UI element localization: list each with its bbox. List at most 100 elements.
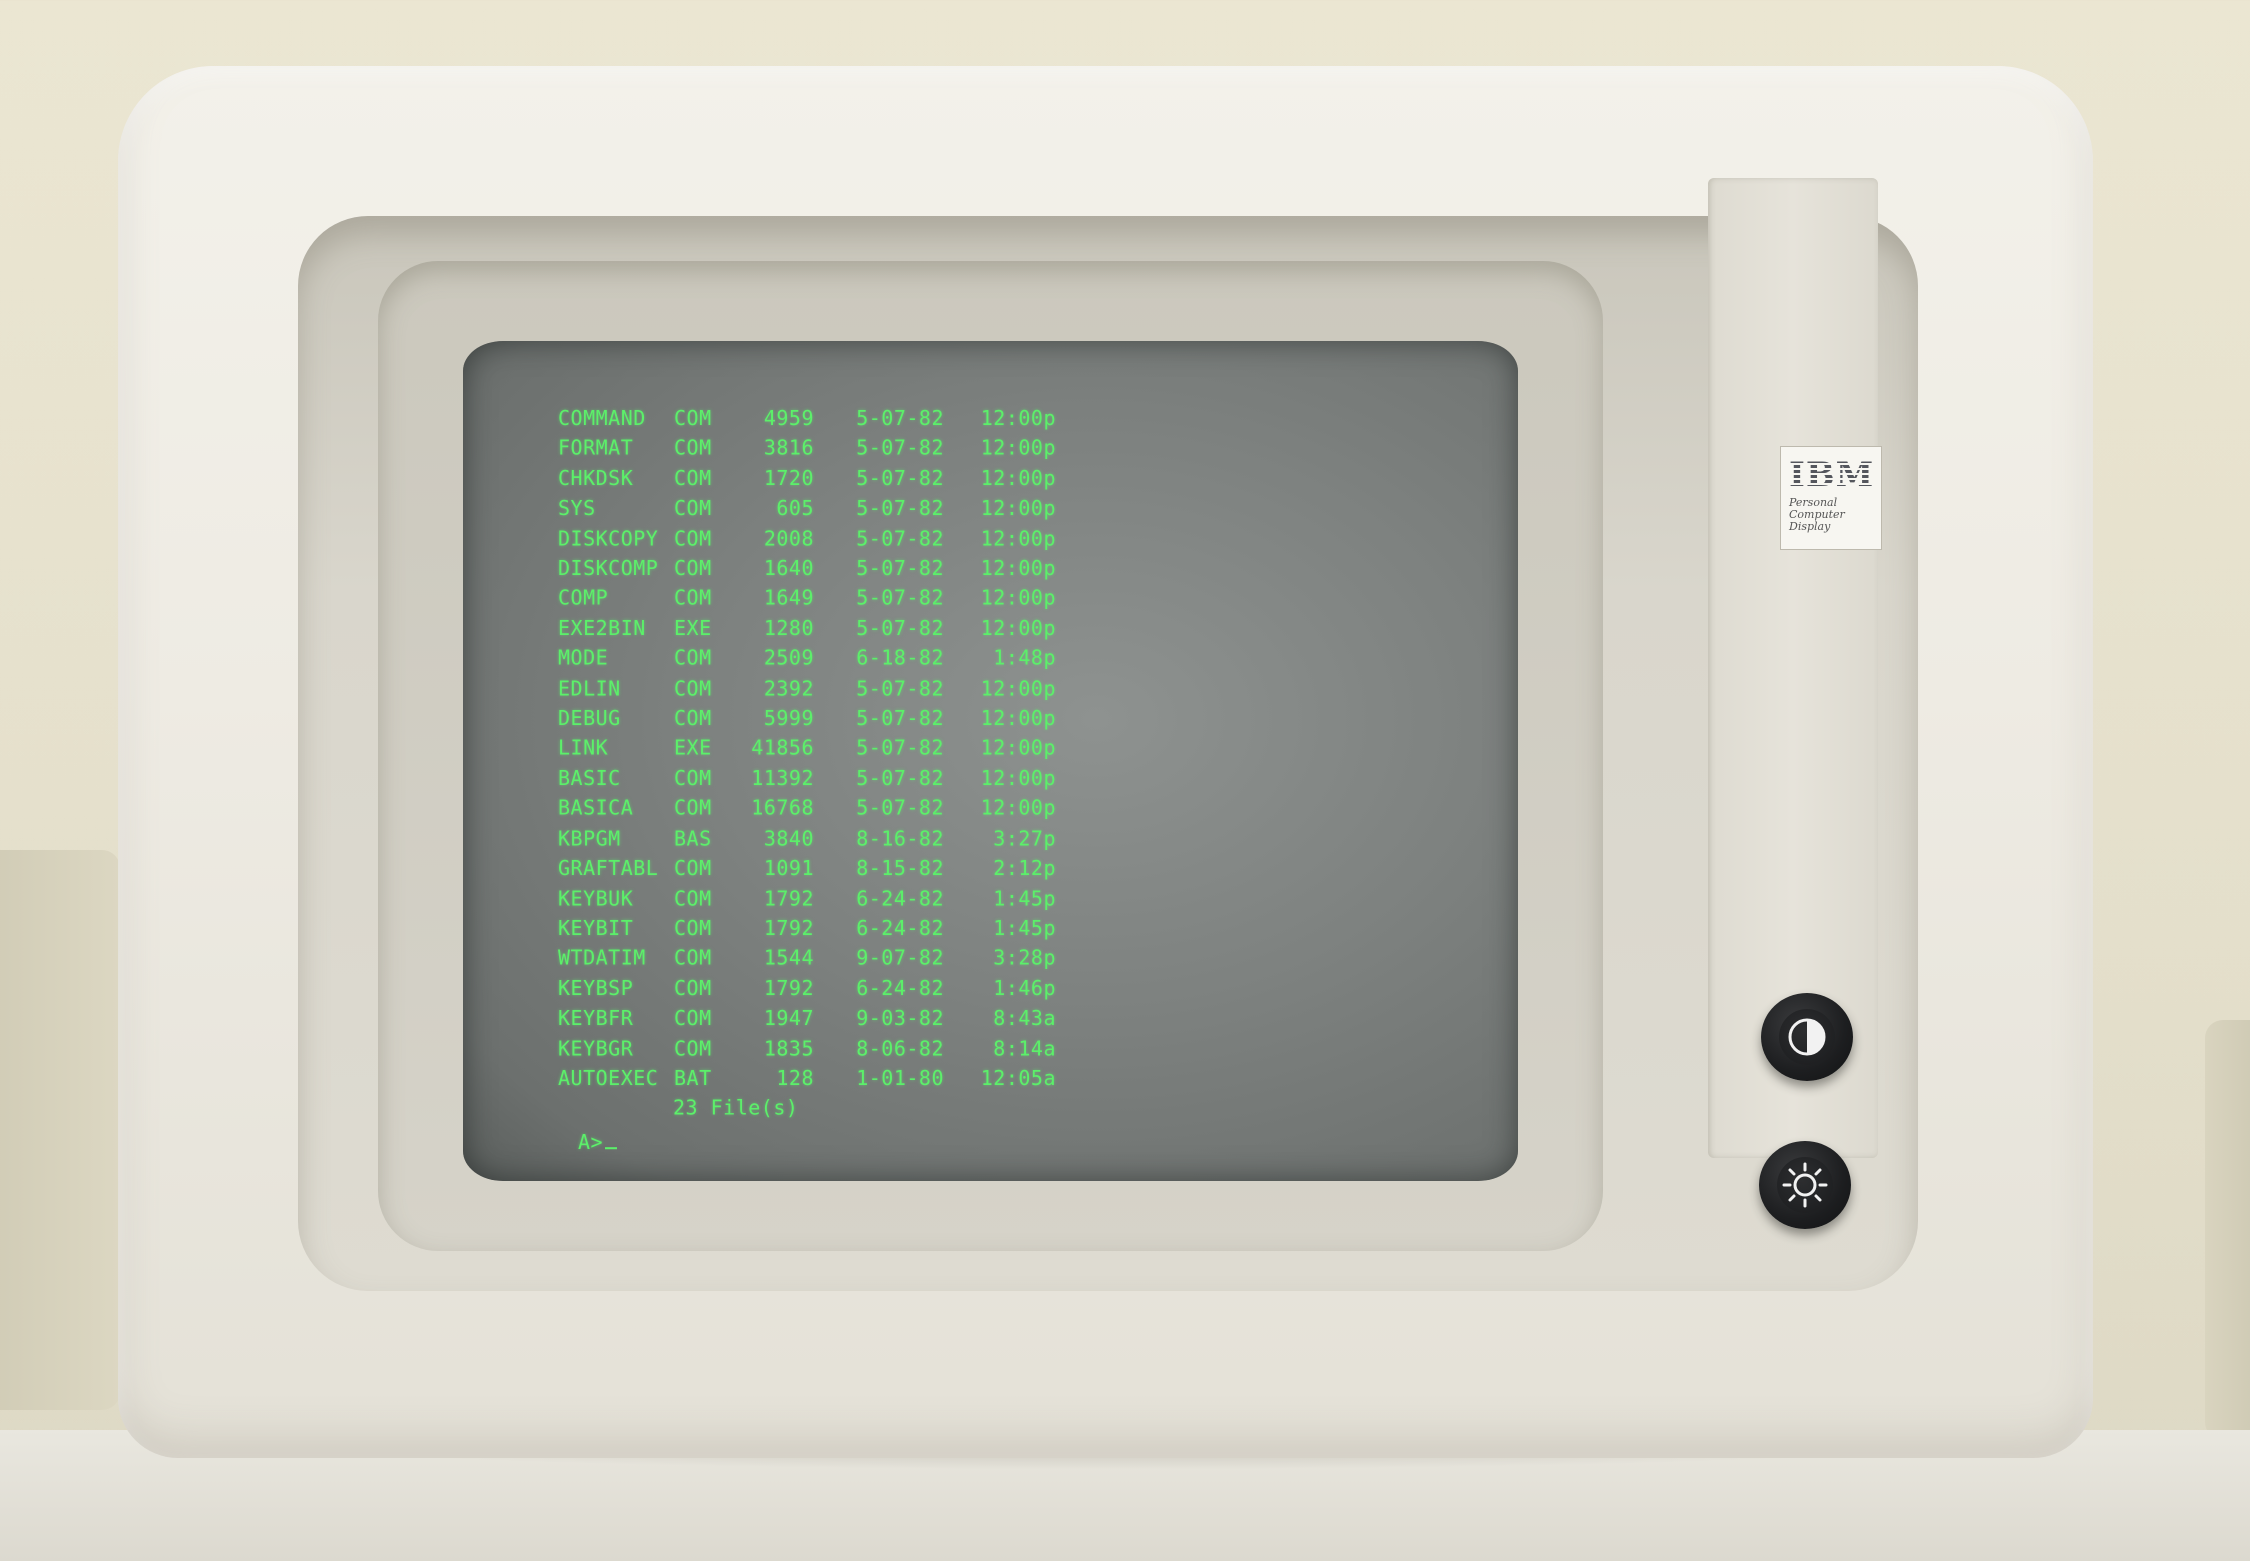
directory-row: BASICA COM 16768 5-07-82 12:00p [558, 794, 1056, 824]
file-name: FORMAT [558, 435, 634, 461]
file-date: 5-07-82 [856, 795, 944, 821]
file-size: 605 [776, 495, 814, 521]
file-extension: COM [674, 765, 712, 791]
file-size: 2509 [763, 645, 814, 671]
file-date: 5-07-82 [856, 525, 944, 551]
brightness-knob[interactable] [1759, 1141, 1851, 1229]
crt-screen[interactable]: COMMAND COM 4959 5-07-82 12:00p FORMAT COM 3816… [463, 341, 1518, 1181]
file-name: DISKCOPY [558, 525, 659, 551]
file-extension: COM [674, 525, 712, 551]
file-date: 5-07-82 [856, 585, 944, 611]
file-time: 3:28p [993, 945, 1056, 971]
file-name: KBPGM [558, 825, 621, 851]
file-name: KEYBUK [558, 885, 634, 911]
file-extension: COM [674, 675, 712, 701]
file-time: 3:27p [993, 825, 1056, 851]
file-extension: COM [674, 465, 712, 491]
file-time: 12:05a [980, 1065, 1056, 1091]
file-size: 5999 [763, 705, 814, 731]
file-name: COMP [558, 585, 609, 611]
file-name: CHKDSK [558, 465, 634, 491]
file-size: 11392 [751, 765, 814, 791]
file-name: COMMAND [558, 405, 646, 431]
file-size: 1835 [763, 1035, 814, 1061]
file-date: 8-06-82 [856, 1035, 944, 1061]
file-size: 16768 [751, 795, 814, 821]
file-extension: COM [674, 705, 712, 731]
screen-bezel: COMMAND COM 4959 5-07-82 12:00p FORMAT COM 3816… [378, 261, 1603, 1251]
file-size: 4959 [763, 405, 814, 431]
directory-row: AUTOEXEC BAT 128 1-01-80 12:05a [558, 1063, 1056, 1093]
file-name: BASIC [558, 765, 621, 791]
file-date: 9-07-82 [856, 945, 944, 971]
file-date: 5-07-82 [856, 495, 944, 521]
command-prompt[interactable]: A> [558, 1128, 1056, 1158]
ibm-badge: IBM Personal Computer Display [1780, 446, 1882, 550]
file-extension: COM [674, 855, 712, 881]
file-date: 6-24-82 [856, 915, 944, 941]
file-extension: COM [674, 915, 712, 941]
directory-row: MODE COM 2509 6-18-82 1:48p [558, 644, 1056, 674]
crt-monitor: COMMAND COM 4959 5-07-82 12:00p FORMAT COM 3816… [118, 66, 2093, 1458]
file-time: 12:00p [980, 705, 1056, 731]
directory-row: KBPGM BAS 3840 8-16-82 3:27p [558, 824, 1056, 854]
file-size: 1947 [763, 1005, 814, 1031]
file-date: 6-18-82 [856, 645, 944, 671]
file-size: 2392 [763, 675, 814, 701]
directory-row: FORMAT COM 3816 5-07-82 12:00p [558, 434, 1056, 464]
file-name: DISKCOMP [558, 555, 659, 581]
file-date: 6-24-82 [856, 975, 944, 1001]
file-date: 5-07-82 [856, 675, 944, 701]
file-size: 41856 [751, 735, 814, 761]
directory-row: KEYBSP COM 1792 6-24-82 1:46p [558, 974, 1056, 1004]
file-time: 12:00p [980, 585, 1056, 611]
file-name: KEYBSP [558, 975, 634, 1001]
contrast-icon [1779, 1009, 1835, 1065]
file-size: 1792 [763, 975, 814, 1001]
directory-row: EXE2BIN EXE 1280 5-07-82 12:00p [558, 614, 1056, 644]
file-time: 2:12p [993, 855, 1056, 881]
file-size: 1640 [763, 555, 814, 581]
file-name: BASICA [558, 795, 634, 821]
bezel-recess: COMMAND COM 4959 5-07-82 12:00p FORMAT COM 3816… [298, 216, 1918, 1291]
directory-row: EDLIN COM 2392 5-07-82 12:00p [558, 674, 1056, 704]
file-extension: EXE [674, 735, 712, 761]
file-time: 12:00p [980, 495, 1056, 521]
directory-row: CHKDSK COM 1720 5-07-82 12:00p [558, 464, 1056, 494]
badge-subtitle: Personal Computer Display [1789, 497, 1845, 533]
file-name: EXE2BIN [558, 615, 646, 641]
file-date: 5-07-82 [856, 615, 944, 641]
file-name: GRAFTABL [558, 855, 659, 881]
file-size: 1544 [763, 945, 814, 971]
file-date: 5-07-82 [856, 465, 944, 491]
contrast-knob[interactable] [1761, 993, 1853, 1081]
file-name: LINK [558, 735, 609, 761]
directory-row: DISKCOPY COM 2008 5-07-82 12:00p [558, 524, 1056, 554]
file-size: 1792 [763, 915, 814, 941]
background-object-right [2205, 1020, 2250, 1440]
brightness-icon [1777, 1157, 1833, 1213]
file-size: 3840 [763, 825, 814, 851]
file-time: 1:45p [993, 885, 1056, 911]
control-panel: IBM Personal Computer Display [1708, 178, 1882, 1229]
file-name: SYS [558, 495, 596, 521]
directory-row: SYS COM 605 5-07-82 12:00p [558, 494, 1056, 524]
file-date: 5-07-82 [856, 435, 944, 461]
directory-row: GRAFTABL COM 1091 8-15-82 2:12p [558, 854, 1056, 884]
file-time: 8:43a [993, 1005, 1056, 1031]
file-name: DEBUG [558, 705, 621, 731]
terminal-output: COMMAND COM 4959 5-07-82 12:00p FORMAT COM 3816… [558, 404, 1056, 1158]
file-date: 5-07-82 [856, 555, 944, 581]
file-time: 8:14a [993, 1035, 1056, 1061]
file-extension: COM [674, 1035, 712, 1061]
file-time: 12:00p [980, 405, 1056, 431]
file-time: 12:00p [980, 675, 1056, 701]
file-time: 12:00p [980, 765, 1056, 791]
file-extension: COM [674, 945, 712, 971]
file-size: 1649 [763, 585, 814, 611]
file-extension: COM [674, 555, 712, 581]
file-size: 2008 [763, 525, 814, 551]
file-name: MODE [558, 645, 609, 671]
file-time: 12:00p [980, 795, 1056, 821]
background-object-left [0, 850, 120, 1410]
